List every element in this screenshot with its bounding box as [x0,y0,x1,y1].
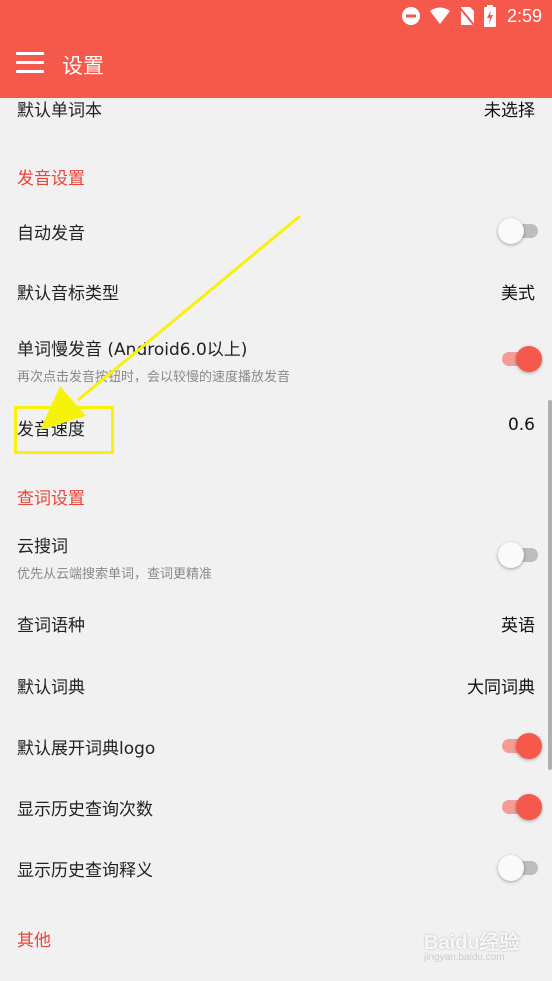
watermark: Baidu经验 jingyan.baidu.com [424,926,520,963]
setting-cloud-search[interactable]: 云搜词 优先从云端搜索单词，查词更精准 [0,522,552,588]
settings-list[interactable]: 默认单词本 未选择 发音设置 自动发音 默认音标类型 美式 单词慢发音 (And… [0,98,552,981]
page-title: 设置 [62,54,104,78]
setting-label: 默认词典 [17,678,85,698]
setting-label: 默认单词本 [17,101,102,121]
setting-label: 单词慢发音 (Android6.0以上) [17,340,248,360]
auto-pronounce-toggle[interactable] [498,216,542,246]
setting-value: 英语 [501,616,535,636]
watermark-logo: Baidu经验 [424,932,520,954]
setting-show-history-count[interactable]: 显示历史查询次数 [0,778,552,836]
setting-lookup-language[interactable]: 查词语种 英语 [0,594,552,652]
setting-label: 云搜词 [17,537,68,557]
status-icons: 2:59 [401,4,542,28]
setting-label: 默认展开词典logo [17,739,156,759]
wifi-icon [429,7,450,24]
setting-value: 大同词典 [467,678,535,698]
expand-logo-toggle[interactable] [498,731,542,761]
setting-label: 查词语种 [17,616,85,636]
battery-charging-icon [483,5,496,27]
scrollbar[interactable] [548,400,552,770]
setting-auto-pronounce[interactable]: 自动发音 [0,202,552,260]
setting-value: 未选择 [484,101,535,121]
history-count-toggle[interactable] [498,792,542,822]
cloud-search-toggle[interactable] [498,540,542,570]
app-bar: 设置 [0,32,552,98]
setting-label: 默认音标类型 [17,284,119,304]
section-lookup: 查词设置 [17,489,85,509]
menu-icon[interactable] [16,52,44,76]
slow-pronounce-toggle[interactable] [498,344,542,374]
setting-default-wordbook[interactable]: 默认单词本 未选择 [0,98,552,128]
setting-value: 0.6 [507,415,535,435]
setting-label: 自动发音 [17,224,85,244]
history-meaning-toggle[interactable] [498,853,542,883]
setting-show-history-meaning[interactable]: 显示历史查询释义 [0,839,552,897]
section-other: 其他 [17,931,51,951]
setting-expand-logo[interactable]: 默认展开词典logo [0,717,552,775]
no-sim-icon [459,7,475,26]
highlight-box [14,406,114,454]
setting-label: 显示历史查询释义 [17,861,153,881]
setting-description: 再次点击发音按钮时，会以较慢的速度播放发音 [17,370,291,385]
setting-description: 优先从云端搜索单词，查词更精准 [17,567,213,582]
watermark-url: jingyan.baidu.com [424,952,505,963]
section-pronunciation: 发音设置 [17,169,85,189]
status-bar: 2:59 [0,0,552,32]
setting-label: 显示历史查询次数 [17,800,153,820]
setting-value: 美式 [501,284,535,304]
setting-default-dict[interactable]: 默认词典 大同词典 [0,656,552,714]
status-time: 2:59 [506,5,542,26]
setting-phonetic-type[interactable]: 默认音标类型 美式 [0,262,552,320]
setting-slow-pronounce[interactable]: 单词慢发音 (Android6.0以上) 再次点击发音按钮时，会以较慢的速度播放… [0,324,552,394]
do-not-disturb-icon [401,7,420,25]
